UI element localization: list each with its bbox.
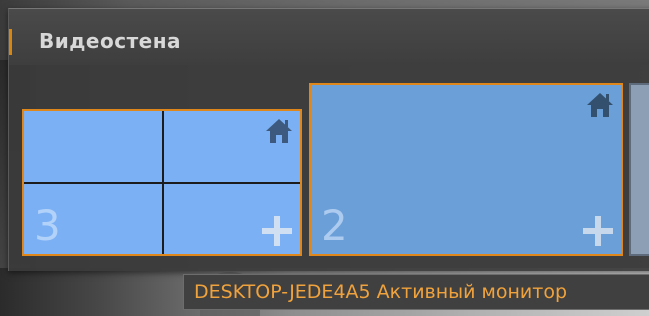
- monitor-number: 2: [321, 201, 348, 250]
- title-accent: [9, 29, 12, 55]
- title-bar: Видеостена: [9, 9, 649, 65]
- plus-icon[interactable]: [260, 214, 294, 248]
- monitor-number: 3: [34, 201, 61, 250]
- monitor-partial[interactable]: [629, 83, 649, 256]
- panel-title: Видеостена: [39, 29, 182, 53]
- monitor-tooltip: DESKTOP-JEDE4A5 Активный монитор: [183, 274, 649, 310]
- plus-icon[interactable]: [581, 214, 615, 248]
- home-icon[interactable]: [264, 117, 294, 145]
- monitor-2[interactable]: 2: [309, 83, 623, 256]
- grid-divider-horizontal: [24, 182, 300, 184]
- home-icon[interactable]: [585, 91, 615, 119]
- monitor-3[interactable]: 3: [22, 109, 302, 256]
